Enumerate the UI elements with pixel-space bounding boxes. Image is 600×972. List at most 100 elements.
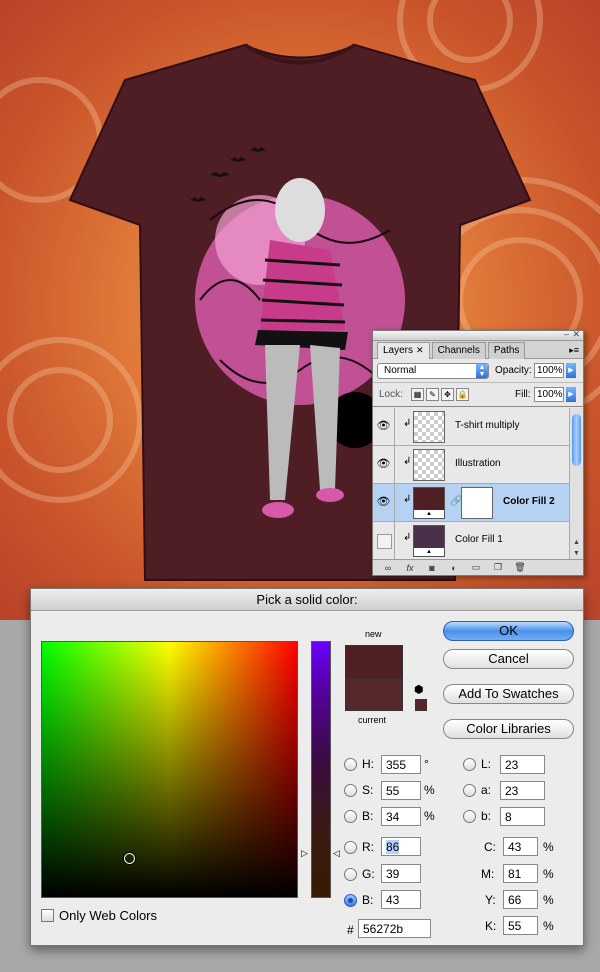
brightness-field[interactable]: 34 <box>381 807 421 826</box>
scroll-up-icon[interactable]: ▲ <box>573 539 580 546</box>
color-field-cursor[interactable] <box>124 853 135 864</box>
lock-image-icon[interactable]: ✎ <box>426 388 439 401</box>
link-layers-icon[interactable]: ∞ <box>379 563 397 573</box>
h-label: H: <box>362 757 374 771</box>
fill-thumbnail <box>413 525 445 557</box>
red-radio[interactable] <box>344 841 357 854</box>
lock-position-icon[interactable]: ✥ <box>441 388 454 401</box>
magenta-field[interactable]: 81 <box>503 864 538 883</box>
b-lab-field[interactable]: 8 <box>500 807 545 826</box>
yellow-field[interactable]: 66 <box>503 890 538 909</box>
tab-layers[interactable]: Layers ✕ <box>377 342 430 359</box>
layers-scrollbar[interactable]: ▲ ▼ <box>569 408 583 560</box>
layers-panel: – ✕ Layers ✕ Channels Paths ▸≡ Normal ▲ ▼ … <box>372 329 584 576</box>
slider-right-arrow-icon[interactable]: ◁ <box>333 848 340 859</box>
trash-icon[interactable]: 🗑 <box>511 562 529 573</box>
web-safe-swatch[interactable] <box>415 699 427 711</box>
layer-thumbnail <box>413 411 445 443</box>
b-lab-radio[interactable] <box>463 810 476 823</box>
fill-label: Fill: <box>515 389 531 400</box>
a-radio[interactable] <box>463 784 476 797</box>
fx-icon[interactable]: fx <box>401 563 419 573</box>
new-color-swatch <box>345 645 403 678</box>
scroll-thumb[interactable] <box>572 414 581 466</box>
hex-field[interactable]: 56272b <box>358 919 431 938</box>
saturation-field[interactable]: 55 <box>381 781 421 800</box>
current-label: current <box>358 715 387 725</box>
s-label: S: <box>362 783 374 797</box>
clipping-icon: ↲ <box>403 532 412 543</box>
hue-slider[interactable] <box>311 641 331 898</box>
blend-row: Normal ▲ ▼ Opacity: 100% ▶ <box>373 359 583 383</box>
a-label: a: <box>481 783 492 797</box>
tab-paths[interactable]: Paths <box>487 342 526 359</box>
only-web-colors-label: Only Web Colors <box>59 908 158 923</box>
l-field[interactable]: 23 <box>500 755 545 774</box>
close-icon[interactable]: ✕ <box>572 329 580 340</box>
color-picker-dialog: Pick a solid color: ▷ ◁ new current ⬢ OK… <box>30 588 584 946</box>
color-libraries-button[interactable]: Color Libraries <box>443 719 574 739</box>
lock-transparent-icon[interactable]: ▦ <box>411 388 424 401</box>
l-radio[interactable] <box>463 758 476 771</box>
slider-left-arrow-icon[interactable]: ▷ <box>301 848 308 859</box>
scroll-down-icon[interactable]: ▼ <box>573 550 580 557</box>
new-group-icon[interactable]: ▭ <box>467 562 485 573</box>
add-to-swatches-button[interactable]: Add To Swatches <box>443 684 574 704</box>
adjustment-layer-icon[interactable]: ◐ <box>445 563 463 573</box>
clipping-icon: ↲ <box>403 418 412 429</box>
panel-menu-icon[interactable]: ▸≡ <box>569 345 579 356</box>
green-radio[interactable] <box>344 868 357 881</box>
visibility-toggle[interactable] <box>373 522 395 559</box>
panel-footer: ∞ fx ◙ ◐ ▭ ❐ 🗑 <box>373 559 583 575</box>
web-safe-cube-icon[interactable]: ⬢ <box>414 683 424 696</box>
g-label: G: <box>362 867 375 881</box>
add-mask-icon[interactable]: ◙ <box>423 563 441 573</box>
blend-mode-select[interactable]: Normal ▲ ▼ <box>377 363 489 379</box>
blue-radio[interactable] <box>344 894 357 907</box>
eye-icon[interactable]: 👁 <box>373 446 395 483</box>
layer-row[interactable]: 👁 ↲ T-shirt multiply <box>373 408 569 446</box>
hue-radio[interactable] <box>344 758 357 771</box>
fill-slider-arrow[interactable]: ▶ <box>566 387 576 402</box>
hue-field[interactable]: 355 <box>381 755 421 774</box>
layer-thumbnail <box>413 449 445 481</box>
brightness-radio[interactable] <box>344 810 357 823</box>
new-label: new <box>365 629 382 639</box>
select-arrows-icon: ▲ ▼ <box>476 364 488 378</box>
b-label: B: <box>362 809 374 823</box>
cancel-button[interactable]: Cancel <box>443 649 574 669</box>
layer-name: Color Fill 1 <box>455 534 503 545</box>
ok-button[interactable]: OK <box>443 621 574 641</box>
collapse-icon[interactable]: – <box>564 329 569 339</box>
only-web-colors-checkbox[interactable] <box>41 909 54 922</box>
opacity-slider-arrow[interactable]: ▶ <box>566 363 576 378</box>
red-field[interactable]: 86 <box>381 837 421 856</box>
a-field[interactable]: 23 <box>500 781 545 800</box>
fill-input[interactable]: 100% <box>534 387 564 402</box>
layer-row[interactable]: 👁 ↲ Illustration <box>373 446 569 484</box>
eye-icon[interactable]: 👁 <box>373 484 395 521</box>
black-field[interactable]: 55 <box>503 916 538 935</box>
layer-row[interactable]: 👁 ↲ 🔗 Color Fill 2 <box>373 484 569 522</box>
green-field[interactable]: 39 <box>381 864 421 883</box>
new-layer-icon[interactable]: ❐ <box>489 562 507 573</box>
saturation-radio[interactable] <box>344 784 357 797</box>
r-label: R: <box>362 840 374 854</box>
layer-name: Illustration <box>455 458 501 469</box>
fill-thumbnail <box>413 487 445 519</box>
eye-icon[interactable]: 👁 <box>373 408 395 445</box>
panel-titlebar[interactable]: – ✕ <box>373 329 583 341</box>
clipping-icon: ↲ <box>403 456 412 467</box>
current-color-swatch[interactable] <box>345 678 403 711</box>
blue-field[interactable]: 43 <box>381 890 421 909</box>
cyan-field[interactable]: 43 <box>503 837 538 856</box>
y-label: Y: <box>485 893 496 907</box>
layer-row[interactable]: ↲ Color Fill 1 <box>373 522 569 560</box>
percent-unit: % <box>424 809 435 823</box>
opacity-input[interactable]: 100% <box>534 363 564 378</box>
b-rgb-label: B: <box>362 893 374 907</box>
lock-all-icon[interactable]: 🔒 <box>456 388 469 401</box>
color-field[interactable] <box>41 641 298 898</box>
tab-close-icon[interactable]: ✕ <box>416 345 424 355</box>
tab-channels[interactable]: Channels <box>431 342 486 359</box>
